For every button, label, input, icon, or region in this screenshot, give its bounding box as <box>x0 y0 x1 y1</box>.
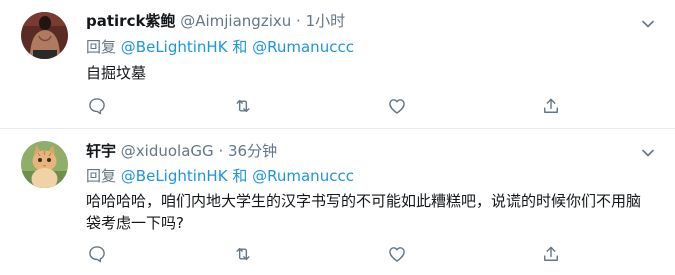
user-handle[interactable]: @xiduolaGG <box>121 142 214 160</box>
timestamp[interactable]: 36分钟 <box>228 142 277 160</box>
share-icon[interactable] <box>540 95 562 117</box>
reply-and: 和 <box>232 167 248 185</box>
reply-icon[interactable] <box>86 95 108 117</box>
mention-link[interactable]: @BeLightinHK <box>121 167 228 185</box>
tweet-text: 自掘坟墓 <box>86 64 147 82</box>
avatar[interactable] <box>21 12 68 59</box>
like-icon[interactable] <box>386 95 408 117</box>
tweet-header: patirck紫鲍 @Aimjiangzixu · 1小时 <box>86 11 345 31</box>
tweet-text: 哈哈哈哈，咱们内地大学生的汉字书写的不可能如此糟糕吧，说谎的时候你们不用脑袋考虑… <box>86 192 642 232</box>
display-name[interactable]: patirck紫鲍 <box>86 12 175 30</box>
tweet[interactable]: patirck紫鲍 @Aimjiangzixu · 1小时 回复 @BeLigh… <box>0 0 675 129</box>
retweet-icon[interactable] <box>232 243 254 265</box>
reply-and: 和 <box>232 38 248 56</box>
mention-link[interactable]: @Rumanuccc <box>252 167 354 185</box>
mention-link[interactable]: @Rumanuccc <box>252 38 354 56</box>
tweet-header: 轩宇 @xiduolaGG · 36分钟 <box>86 141 277 161</box>
mention-link[interactable]: @BeLightinHK <box>121 38 228 56</box>
like-icon[interactable] <box>386 243 408 265</box>
tweet-actions <box>86 243 566 265</box>
display-name[interactable]: 轩宇 <box>86 142 116 160</box>
tweet[interactable]: 轩宇 @xiduolaGG · 36分钟 回复 @BeLightinHK 和 @… <box>0 129 675 275</box>
reply-icon[interactable] <box>86 243 108 265</box>
user-handle[interactable]: @Aimjiangzixu <box>180 12 291 30</box>
reply-prefix: 回复 <box>86 167 117 185</box>
share-icon[interactable] <box>540 243 562 265</box>
separator: · <box>296 12 301 30</box>
separator: · <box>218 142 224 160</box>
chevron-down-icon[interactable] <box>641 16 655 30</box>
retweet-icon[interactable] <box>232 95 254 117</box>
chevron-down-icon[interactable] <box>641 145 655 159</box>
tweet-actions <box>86 95 566 117</box>
replying-to: 回复 @BeLightinHK 和 @Rumanuccc <box>86 166 354 186</box>
replying-to: 回复 @BeLightinHK 和 @Rumanuccc <box>86 37 354 57</box>
timestamp[interactable]: 1小时 <box>306 12 346 30</box>
reply-prefix: 回复 <box>86 38 117 56</box>
avatar[interactable] <box>21 141 68 188</box>
